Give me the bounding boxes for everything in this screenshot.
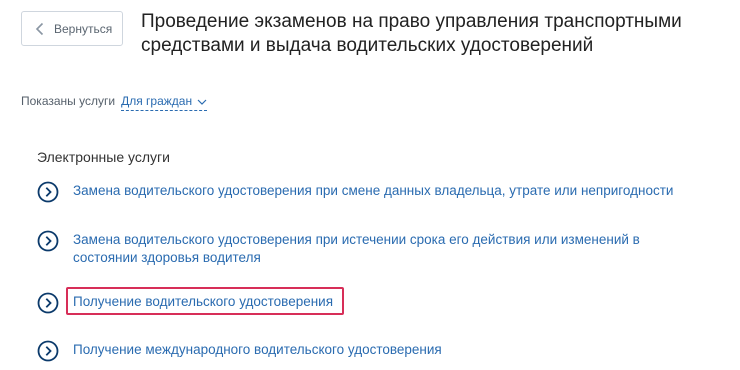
arrow-circle-icon xyxy=(37,292,59,314)
back-button-label: Вернуться xyxy=(54,21,113,36)
service-link[interactable]: Получение международного водительского у… xyxy=(37,340,442,362)
section-title: Электронные услуги xyxy=(37,149,170,165)
services-filter: Показаны услуги Для граждан xyxy=(21,94,208,111)
service-link-label: Получение водительского удостоверения xyxy=(73,294,334,309)
service-link-label: Получение международного водительского у… xyxy=(73,342,442,357)
service-link[interactable]: Замена водительского удостоверения при с… xyxy=(37,181,673,203)
service-link-label: Замена водительского удостоверения при с… xyxy=(73,183,674,198)
chevron-left-icon xyxy=(35,22,44,35)
arrow-circle-icon xyxy=(37,181,59,203)
back-button[interactable]: Вернуться xyxy=(21,11,123,46)
dropdown-value: Для граждан xyxy=(121,94,193,108)
page-title: Проведение экзаменов на право управления… xyxy=(141,11,682,56)
service-link[interactable]: Замена водительского удостоверения при и… xyxy=(37,230,673,267)
chevron-down-icon xyxy=(197,99,207,105)
arrow-circle-icon xyxy=(37,340,59,362)
arrow-circle-icon xyxy=(37,230,59,252)
filter-label: Показаны услуги xyxy=(21,94,116,108)
audience-dropdown[interactable]: Для граждан xyxy=(121,94,208,111)
service-link-label: Замена водительского удостоверения при и… xyxy=(73,232,640,265)
service-link-driving-license[interactable]: Получение водительского удостоверения xyxy=(37,292,333,314)
